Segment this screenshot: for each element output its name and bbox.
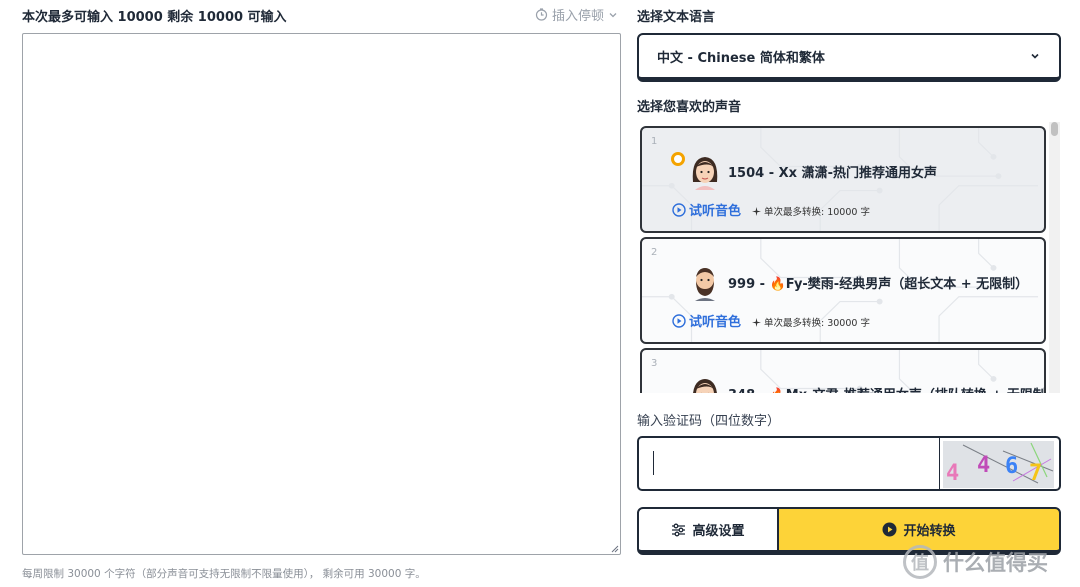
clock-icon: [535, 8, 548, 21]
insert-pause-label: 插入停顿: [552, 9, 605, 24]
resize-handle-icon[interactable]: [610, 544, 619, 553]
play-circle-icon: [882, 522, 897, 537]
captcha-digit: 7: [1029, 461, 1043, 486]
start-convert-label: 开始转换: [903, 524, 956, 539]
avatar-female-icon: [692, 157, 718, 190]
captcha-image[interactable]: 4 4 6 7: [940, 436, 1061, 491]
advanced-settings-button[interactable]: 高级设置: [637, 507, 779, 555]
sliders-icon: [672, 523, 686, 536]
voice-name: 348 - 🔥Mx-文君-推荐通用女声（排队转换 + 无限制）: [728, 384, 1044, 393]
captcha-input[interactable]: [637, 436, 940, 491]
captcha-digit: 4: [946, 461, 960, 486]
sparkle-icon: [752, 317, 761, 327]
voice-limit-text: 单次最多转换: 10000 字: [764, 207, 870, 218]
language-selected-value: 中文 - Chinese 简体和繁体: [657, 50, 825, 66]
preview-voice-label: 试听音色: [689, 204, 742, 219]
language-label: 选择文本语言: [637, 10, 716, 25]
language-select[interactable]: 中文 - Chinese 简体和繁体: [637, 33, 1061, 82]
voice-index: 2: [651, 247, 658, 258]
voice-index: 1: [651, 136, 658, 147]
voice-limit-text: 单次最多转换: 30000 字: [764, 318, 870, 329]
voice-name: 1504 - Xx 潇潇-热门推荐通用女声: [728, 166, 937, 181]
voice-list-scrollbar[interactable]: [1049, 122, 1060, 393]
scrollbar-thumb[interactable]: [1051, 122, 1058, 136]
voice-name: 999 - 🔥Fy-樊雨-经典男声（超长文本 + 无限制）: [728, 277, 1029, 292]
site-watermark: 值 什么值得买: [903, 545, 1048, 579]
voice-card[interactable]: 3348 - 🔥Mx-文君-推荐通用女声（排队转换 + 无限制）试听音色单次最多…: [640, 348, 1046, 393]
preview-voice-button[interactable]: 试听音色: [672, 311, 741, 330]
input-limit-title: 本次最多可输入 10000 剩余 10000 可输入: [22, 10, 287, 25]
captcha-digit: 4: [977, 453, 991, 478]
avatar-bearded-male-icon: [695, 268, 715, 301]
voice-label: 选择您喜欢的声音: [637, 100, 742, 115]
captcha-digit: 6: [1005, 454, 1019, 479]
voice-card[interactable]: 1 1504 - Xx 潇潇-热门推荐通用女声试听音色 单次最多转换: 10000 …: [640, 126, 1046, 233]
chevron-down-icon: [609, 12, 617, 17]
text-cursor: [653, 451, 654, 475]
watermark-logo: 值: [903, 545, 937, 579]
selected-radio-icon[interactable]: [671, 152, 685, 166]
play-circle-icon: [672, 202, 686, 217]
captcha-picture: 4 4 6 7: [943, 441, 1054, 488]
avatar-female-icon: [693, 379, 717, 393]
text-input-area[interactable]: [22, 33, 621, 555]
voice-limit-info: 单次最多转换: 10000 字: [752, 204, 870, 218]
voice-limit-info: 单次最多转换: 30000 字: [752, 315, 870, 329]
preview-voice-label: 试听音色: [689, 315, 742, 330]
voice-card[interactable]: 2 999 - 🔥Fy-樊雨-经典男声（超长文本 + 无限制） 试听音色 单次最多转换…: [640, 237, 1046, 344]
advanced-settings-label: 高级设置: [692, 524, 745, 539]
captcha-label: 输入验证码（四位数字）: [637, 414, 781, 429]
voice-index: 3: [651, 358, 658, 369]
sparkle-icon: [752, 206, 761, 216]
voice-list: 1 1504 - Xx 潇潇-热门推荐通用女声试听音色 单次最多转换: 10000 …: [637, 122, 1062, 393]
weekly-limit-note: 每周限制 30000 个字符（部分声音可支持无限制不限量使用）， 剩余可用 30…: [22, 568, 426, 580]
play-circle-icon: [672, 313, 686, 328]
watermark-text: 什么值得买: [943, 551, 1048, 575]
insert-pause-button[interactable]: 插入停顿: [535, 5, 618, 24]
chevron-down-icon: [1031, 53, 1039, 59]
preview-voice-button[interactable]: 试听音色: [672, 200, 741, 219]
